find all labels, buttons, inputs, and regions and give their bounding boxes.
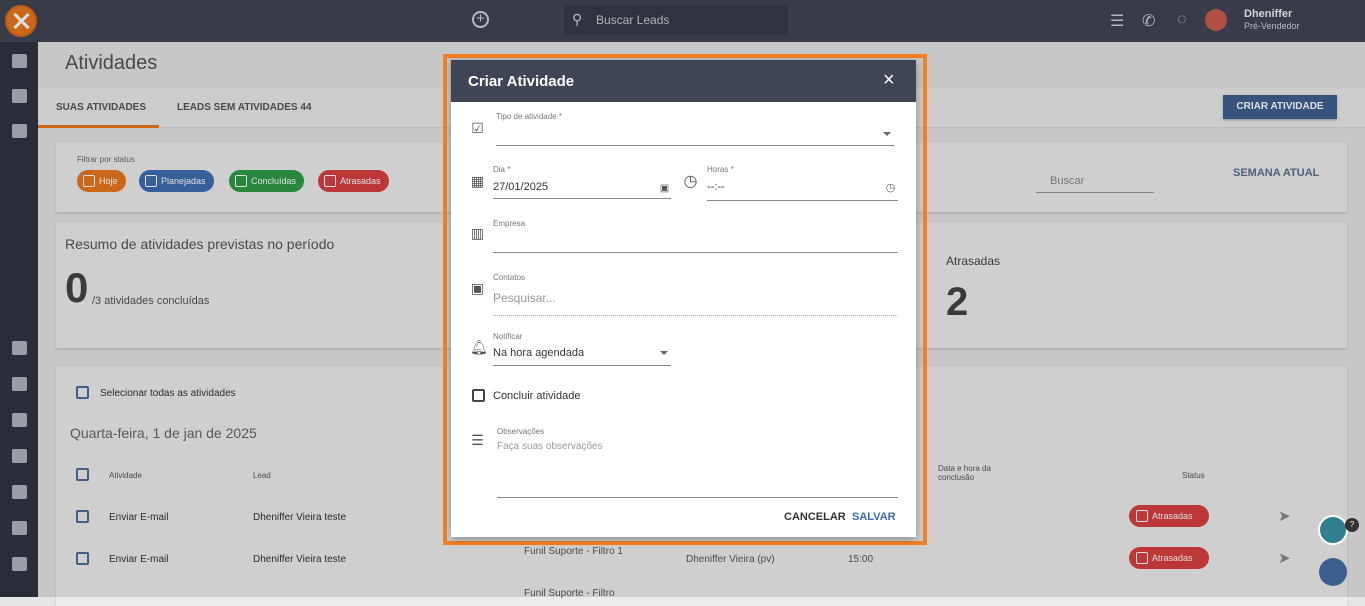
calendar-picker-icon[interactable]: ▣ xyxy=(657,181,672,196)
create-activity-dialog: Criar Atividade × ☑ Tipo de atividade * … xyxy=(451,60,916,537)
notes-label: Observações xyxy=(497,427,545,436)
chat-icon[interactable] xyxy=(1319,558,1347,586)
activity-type-label: Tipo de atividade * xyxy=(496,112,562,121)
hour-underline xyxy=(707,200,898,201)
notify-underline xyxy=(493,365,671,366)
contact-card-icon: ▣ xyxy=(470,280,485,296)
contacts-label: Contatos xyxy=(493,273,526,282)
bell-icon: 🔔︎ xyxy=(470,339,488,355)
notes-icon: ☰ xyxy=(471,432,484,448)
assistant-bot-icon[interactable] xyxy=(1318,515,1348,545)
hour-label: Horas * xyxy=(707,165,734,174)
contacts-search-input[interactable]: Pesquisar... xyxy=(493,291,556,305)
day-label: Dia * xyxy=(493,165,511,174)
clipboard-check-icon: ☑ xyxy=(471,120,484,136)
complete-activity-label: Concluir atividade xyxy=(493,390,581,402)
clock-icon: ◷ xyxy=(683,173,698,190)
dialog-title: Criar Atividade xyxy=(468,73,575,90)
hour-input[interactable]: --:-- xyxy=(707,181,725,193)
cancel-button[interactable]: CANCELAR xyxy=(784,511,846,523)
day-input[interactable]: 27/01/2025 xyxy=(493,181,548,193)
company-label: Empresa xyxy=(493,219,526,228)
help-badge[interactable]: ? xyxy=(1345,518,1359,532)
notes-underline xyxy=(497,497,898,498)
building-icon: ▥ xyxy=(470,225,485,241)
day-underline xyxy=(493,198,671,199)
complete-activity-checkbox[interactable] xyxy=(472,389,485,402)
notify-select[interactable]: Na hora agendada xyxy=(493,347,584,359)
save-button[interactable]: SALVAR xyxy=(852,511,896,523)
activity-type-select[interactable] xyxy=(496,145,894,146)
chevron-down-icon[interactable] xyxy=(883,132,891,136)
chevron-down-icon[interactable] xyxy=(660,351,668,355)
dialog-header: Criar Atividade × xyxy=(451,60,916,102)
close-icon[interactable]: × xyxy=(883,70,895,90)
calendar-icon: ▦ xyxy=(470,173,485,189)
time-picker-icon[interactable]: ◷ xyxy=(883,181,898,196)
company-input[interactable] xyxy=(493,252,898,253)
notify-label: Notificar xyxy=(493,332,523,341)
contacts-underline xyxy=(493,315,898,316)
notes-textarea[interactable]: Faça suas observações xyxy=(497,441,603,452)
